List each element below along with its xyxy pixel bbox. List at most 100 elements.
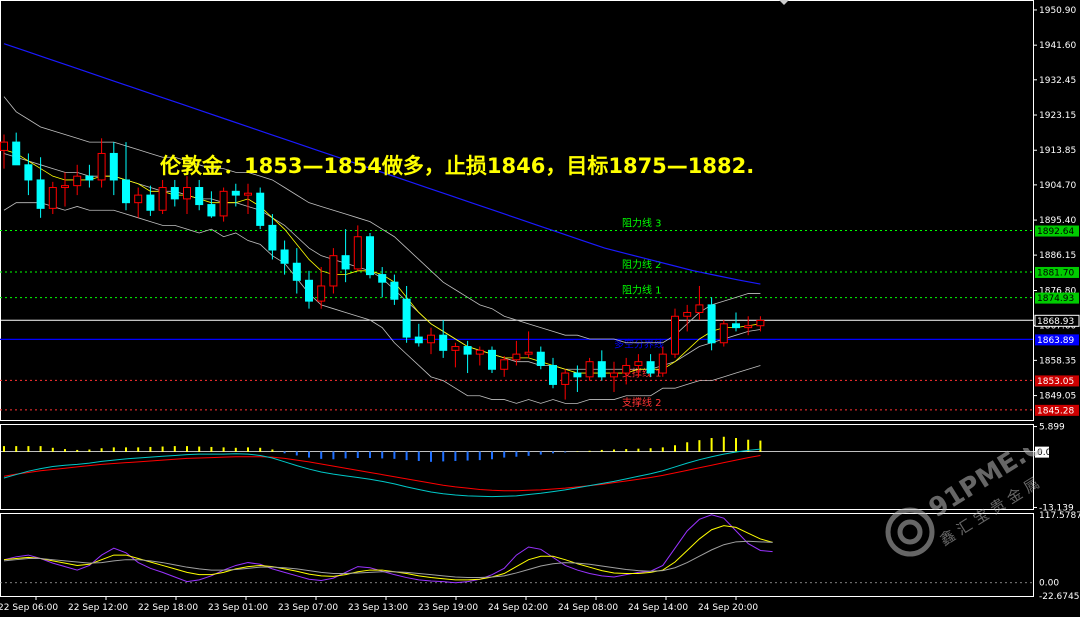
level-label: 阻力线 2: [622, 258, 662, 271]
time-axis-label: 23 Sep 19:00: [418, 603, 478, 613]
candle-body: [646, 361, 655, 374]
candle-body: [317, 285, 326, 302]
osc-zero-label: 0.00: [1039, 579, 1059, 589]
price-axis-label: 1950.90: [1039, 6, 1076, 16]
candle-body: [183, 187, 191, 200]
level-price-label: 1863.89: [1037, 336, 1074, 346]
price-axis-label: 1858.35: [1039, 356, 1076, 366]
chart-headline: 伦敦金：1853—1854做多，止损1846，目标1875—1882.: [160, 154, 755, 178]
level-price-label: 1845.28: [1037, 406, 1074, 416]
candle-body: [36, 179, 45, 209]
level-price-label: 1853.05: [1037, 377, 1074, 387]
candle-body: [402, 298, 411, 338]
time-axis-label: 22 Sep 18:00: [138, 603, 198, 613]
time-axis-label: 22 Sep 12:00: [68, 603, 128, 613]
price-axis-label: 1932.45: [1039, 76, 1076, 86]
candle-body: [524, 351, 533, 355]
candle-body: [597, 361, 606, 378]
price-axis-label: 1913.85: [1039, 146, 1076, 156]
candle-body: [707, 304, 716, 344]
candle-body: [500, 359, 509, 370]
macd-signal-line: [3, 454, 761, 492]
candle-body: [170, 187, 179, 200]
candle-body: [390, 281, 399, 300]
candle-body: [146, 194, 155, 211]
candle-body: [549, 364, 557, 385]
candle-body: [12, 141, 21, 166]
time-axis-label: 24 Sep 20:00: [698, 603, 758, 613]
level-price-label: 1874.93: [1037, 294, 1074, 304]
candle-body: [414, 336, 423, 344]
time-axis-label: 24 Sep 08:00: [558, 603, 618, 613]
candle-body: [488, 349, 496, 370]
candle-body: [561, 372, 570, 385]
candle-body: [305, 279, 313, 302]
candle-body: [195, 187, 204, 206]
candle-body: [634, 361, 643, 366]
candle-body: [744, 325, 753, 329]
current-price-label: 1868.93: [1037, 317, 1074, 327]
candle-body: [48, 187, 57, 209]
candle-body: [756, 319, 765, 327]
price-axis-label: 1904.70: [1039, 181, 1076, 191]
candle-body: [732, 323, 740, 329]
logo-ring-icon: [885, 507, 935, 557]
candle-body: [719, 323, 728, 344]
candle-body: [427, 334, 435, 344]
candle-body: [122, 179, 130, 204]
time-axis-label: 23 Sep 13:00: [348, 603, 408, 613]
candle-body: [536, 351, 545, 366]
price-axis-label: 1895.40: [1039, 216, 1076, 226]
time-axis-label: 23 Sep 07:00: [278, 603, 338, 613]
candle-body: [231, 190, 240, 196]
candle-body: [451, 346, 460, 351]
candle-body: [158, 187, 167, 211]
candle-body: [378, 274, 387, 283]
macd-axis-label: 5.899: [1039, 423, 1065, 433]
candle-body: [329, 255, 338, 287]
candle-body: [585, 361, 594, 378]
scroll-marker-icon: [779, 0, 789, 5]
candle-body: [573, 372, 582, 378]
candle-body: [0, 141, 8, 151]
candle-body: [61, 185, 69, 189]
candle-body: [695, 304, 704, 313]
level-label: 阻力线 1: [622, 284, 662, 297]
osc-axis-label: -22.6745: [1039, 592, 1079, 602]
candle-body: [109, 152, 118, 181]
candle-body: [463, 346, 472, 355]
level-price-label: 1892.64: [1037, 227, 1074, 237]
candle-body: [134, 194, 143, 204]
price-axis-label: 1923.15: [1039, 111, 1076, 121]
candle-body: [292, 262, 301, 281]
level-price-label: 1881.70: [1037, 268, 1074, 278]
price-axis-label: 1849.05: [1039, 392, 1076, 402]
candle-body: [610, 372, 618, 378]
watermark-logo: 91PME.COM 鑫 汇 宝 贵 金 属: [885, 448, 1078, 557]
candle-body: [256, 192, 265, 226]
logo-core-icon: [897, 519, 923, 545]
candle-body: [439, 334, 448, 351]
level-label: 阻力线 3: [622, 217, 662, 230]
candle-body: [683, 311, 692, 317]
candle-body: [366, 236, 374, 276]
candle-body: [207, 204, 216, 217]
candle-body: [73, 175, 82, 187]
level-label: 多空分界线: [614, 337, 664, 350]
candle-body: [97, 152, 106, 181]
candle-body: [622, 364, 631, 374]
price-axis-label: 1886.15: [1039, 251, 1076, 261]
time-axis-label: 24 Sep 02:00: [488, 603, 548, 613]
oscillator-line-1: [3, 514, 773, 584]
oscillator-line-3: [3, 540, 773, 579]
candle-body: [341, 255, 350, 270]
candle-body: [244, 192, 252, 196]
candle-body: [671, 315, 679, 355]
time-axis-label: 23 Sep 01:00: [208, 603, 268, 613]
candle-body: [268, 224, 277, 251]
candle-body: [475, 349, 484, 355]
candle-body: [658, 353, 667, 374]
candle-body: [219, 190, 228, 217]
candle-body: [280, 249, 289, 264]
candle-body: [512, 353, 521, 361]
